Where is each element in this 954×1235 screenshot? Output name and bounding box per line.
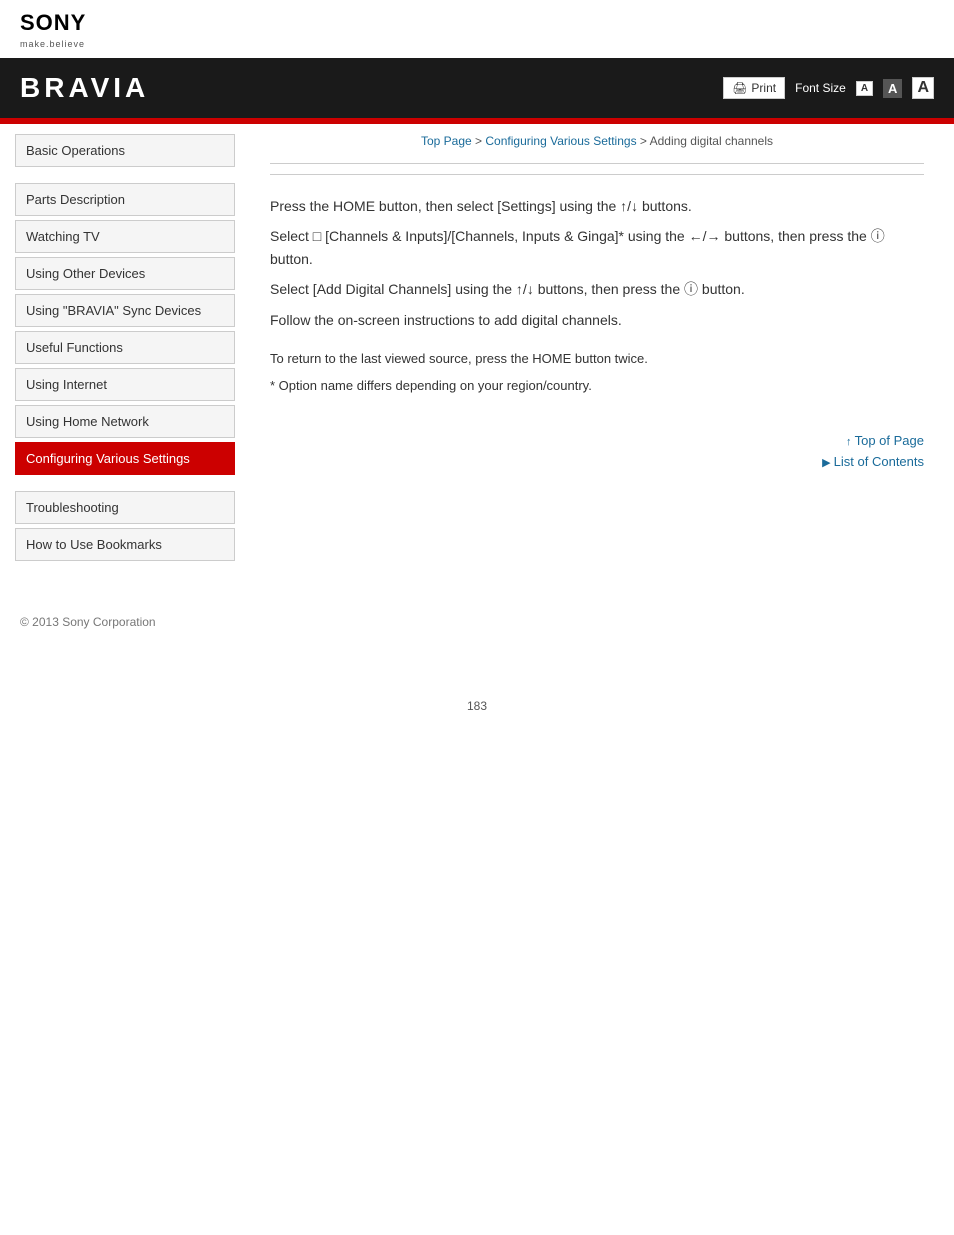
content-area: Top Page > Configuring Various Settings … [250, 124, 954, 575]
sidebar-item-watching-tv[interactable]: Watching TV [15, 220, 235, 253]
content-divider-top [270, 163, 924, 164]
sidebar-item-how-to-use-bookmarks[interactable]: How to Use Bookmarks [15, 528, 235, 561]
option-note: * Option name differs depending on your … [270, 378, 924, 393]
sony-tagline: make.believe [20, 39, 85, 49]
sidebar-item-parts-description[interactable]: Parts Description [15, 183, 235, 216]
sidebar: Basic Operations Parts Description Watch… [0, 124, 250, 575]
page-number: 183 [0, 699, 954, 713]
breadcrumb-top-page[interactable]: Top Page [421, 134, 472, 148]
font-small-button[interactable]: A [856, 81, 873, 96]
copyright-text: © 2013 Sony Corporation [20, 615, 156, 629]
header-controls: 🖨 Print Font Size A A A [723, 77, 934, 99]
sidebar-item-troubleshooting[interactable]: Troubleshooting [15, 491, 235, 524]
arrow-right-icon: ▶ [822, 457, 834, 469]
sony-logo-area: SONY make.believe [0, 0, 954, 58]
article-step3: Select [Add Digital Channels] using the … [270, 278, 924, 300]
sidebar-item-using-other-devices[interactable]: Using Other Devices [15, 257, 235, 290]
breadcrumb-current: Adding digital channels [650, 134, 773, 148]
bravia-title: BRAVIA [20, 72, 149, 104]
sidebar-item-using-bravia-sync[interactable]: Using "BRAVIA" Sync Devices [15, 294, 235, 327]
list-of-contents-link[interactable]: ▶ List of Contents [822, 454, 924, 469]
article-step2: Select □ [Channels & Inputs]/[Channels, … [270, 225, 924, 270]
article-step1: Press the HOME button, then select [Sett… [270, 195, 924, 217]
top-bar: BRAVIA 🖨 Print Font Size A A A [0, 58, 954, 118]
breadcrumb-sep1: > [472, 134, 486, 148]
arrow-up-icon: ↑ [846, 436, 855, 448]
top-of-page-link[interactable]: ↑ Top of Page [846, 433, 924, 448]
font-large-button[interactable]: A [912, 77, 934, 99]
breadcrumb-configuring[interactable]: Configuring Various Settings [485, 134, 636, 148]
breadcrumb: Top Page > Configuring Various Settings … [270, 134, 924, 148]
print-button[interactable]: 🖨 Print [723, 77, 785, 99]
print-label: Print [751, 81, 776, 95]
sidebar-item-useful-functions[interactable]: Useful Functions [15, 331, 235, 364]
sidebar-item-using-home-network[interactable]: Using Home Network [15, 405, 235, 438]
article-content: Press the HOME button, then select [Sett… [270, 195, 924, 331]
article-step4: Follow the on-screen instructions to add… [270, 309, 924, 331]
sidebar-item-basic-operations[interactable]: Basic Operations [15, 134, 235, 167]
sony-logo: SONY [20, 12, 934, 34]
content-divider-top2 [270, 174, 924, 175]
page-footer: © 2013 Sony Corporation [0, 595, 954, 639]
main-layout: Basic Operations Parts Description Watch… [0, 124, 954, 575]
sidebar-item-using-internet[interactable]: Using Internet [15, 368, 235, 401]
return-note: To return to the last viewed source, pre… [270, 351, 924, 366]
footer-links: ↑ Top of Page ▶ List of Contents [270, 433, 924, 469]
print-icon: 🖨 [732, 81, 747, 95]
breadcrumb-sep2: > [637, 134, 650, 148]
sidebar-item-configuring-settings[interactable]: Configuring Various Settings [15, 442, 235, 475]
font-size-label: Font Size [795, 81, 846, 95]
font-medium-button[interactable]: A [883, 79, 902, 98]
